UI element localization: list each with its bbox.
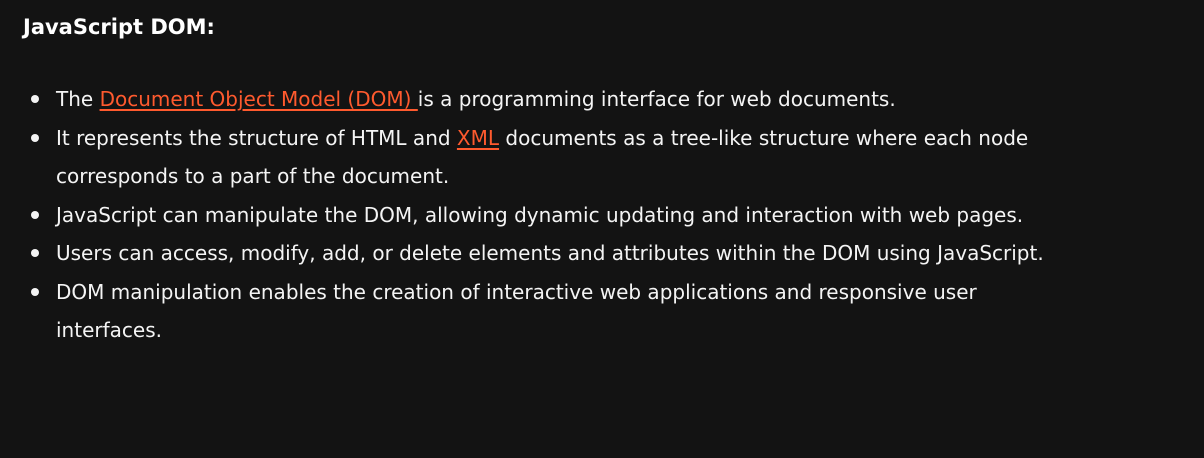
item-text: DOM manipulation enables the creation of… xyxy=(56,279,977,343)
item-text: is a programming interface for web docum… xyxy=(417,87,896,111)
list-item: JavaScript can manipulate the DOM, allow… xyxy=(24,196,1064,235)
bullet-dot xyxy=(31,95,39,103)
bullet-list: The Document Object Model (DOM) is a pro… xyxy=(24,80,1064,350)
list-item: Users can access, modify, add, or delete… xyxy=(24,234,1064,273)
bullet-dot xyxy=(31,210,39,219)
section-heading: JavaScript DOM: xyxy=(23,15,215,39)
item-text: Users can access, modify, add, or delete… xyxy=(56,241,1044,265)
xml-link[interactable]: XML xyxy=(457,126,499,150)
bullet-dot xyxy=(31,133,39,142)
item-text: The xyxy=(56,87,100,111)
list-item: DOM manipulation enables the creation of… xyxy=(24,273,1064,350)
item-text: It represents the structure of HTML and xyxy=(56,125,457,150)
list-item: It represents the structure of HTML and … xyxy=(24,119,1064,196)
dom-link[interactable]: Document Object Model (DOM) xyxy=(100,87,418,111)
item-text: JavaScript can manipulate the DOM, allow… xyxy=(56,202,1024,227)
bullet-dot xyxy=(31,287,39,296)
list-item: The Document Object Model (DOM) is a pro… xyxy=(24,80,1064,119)
document-page: JavaScript DOM: The Document Object Mode… xyxy=(0,0,1204,458)
bullet-dot xyxy=(31,249,39,257)
